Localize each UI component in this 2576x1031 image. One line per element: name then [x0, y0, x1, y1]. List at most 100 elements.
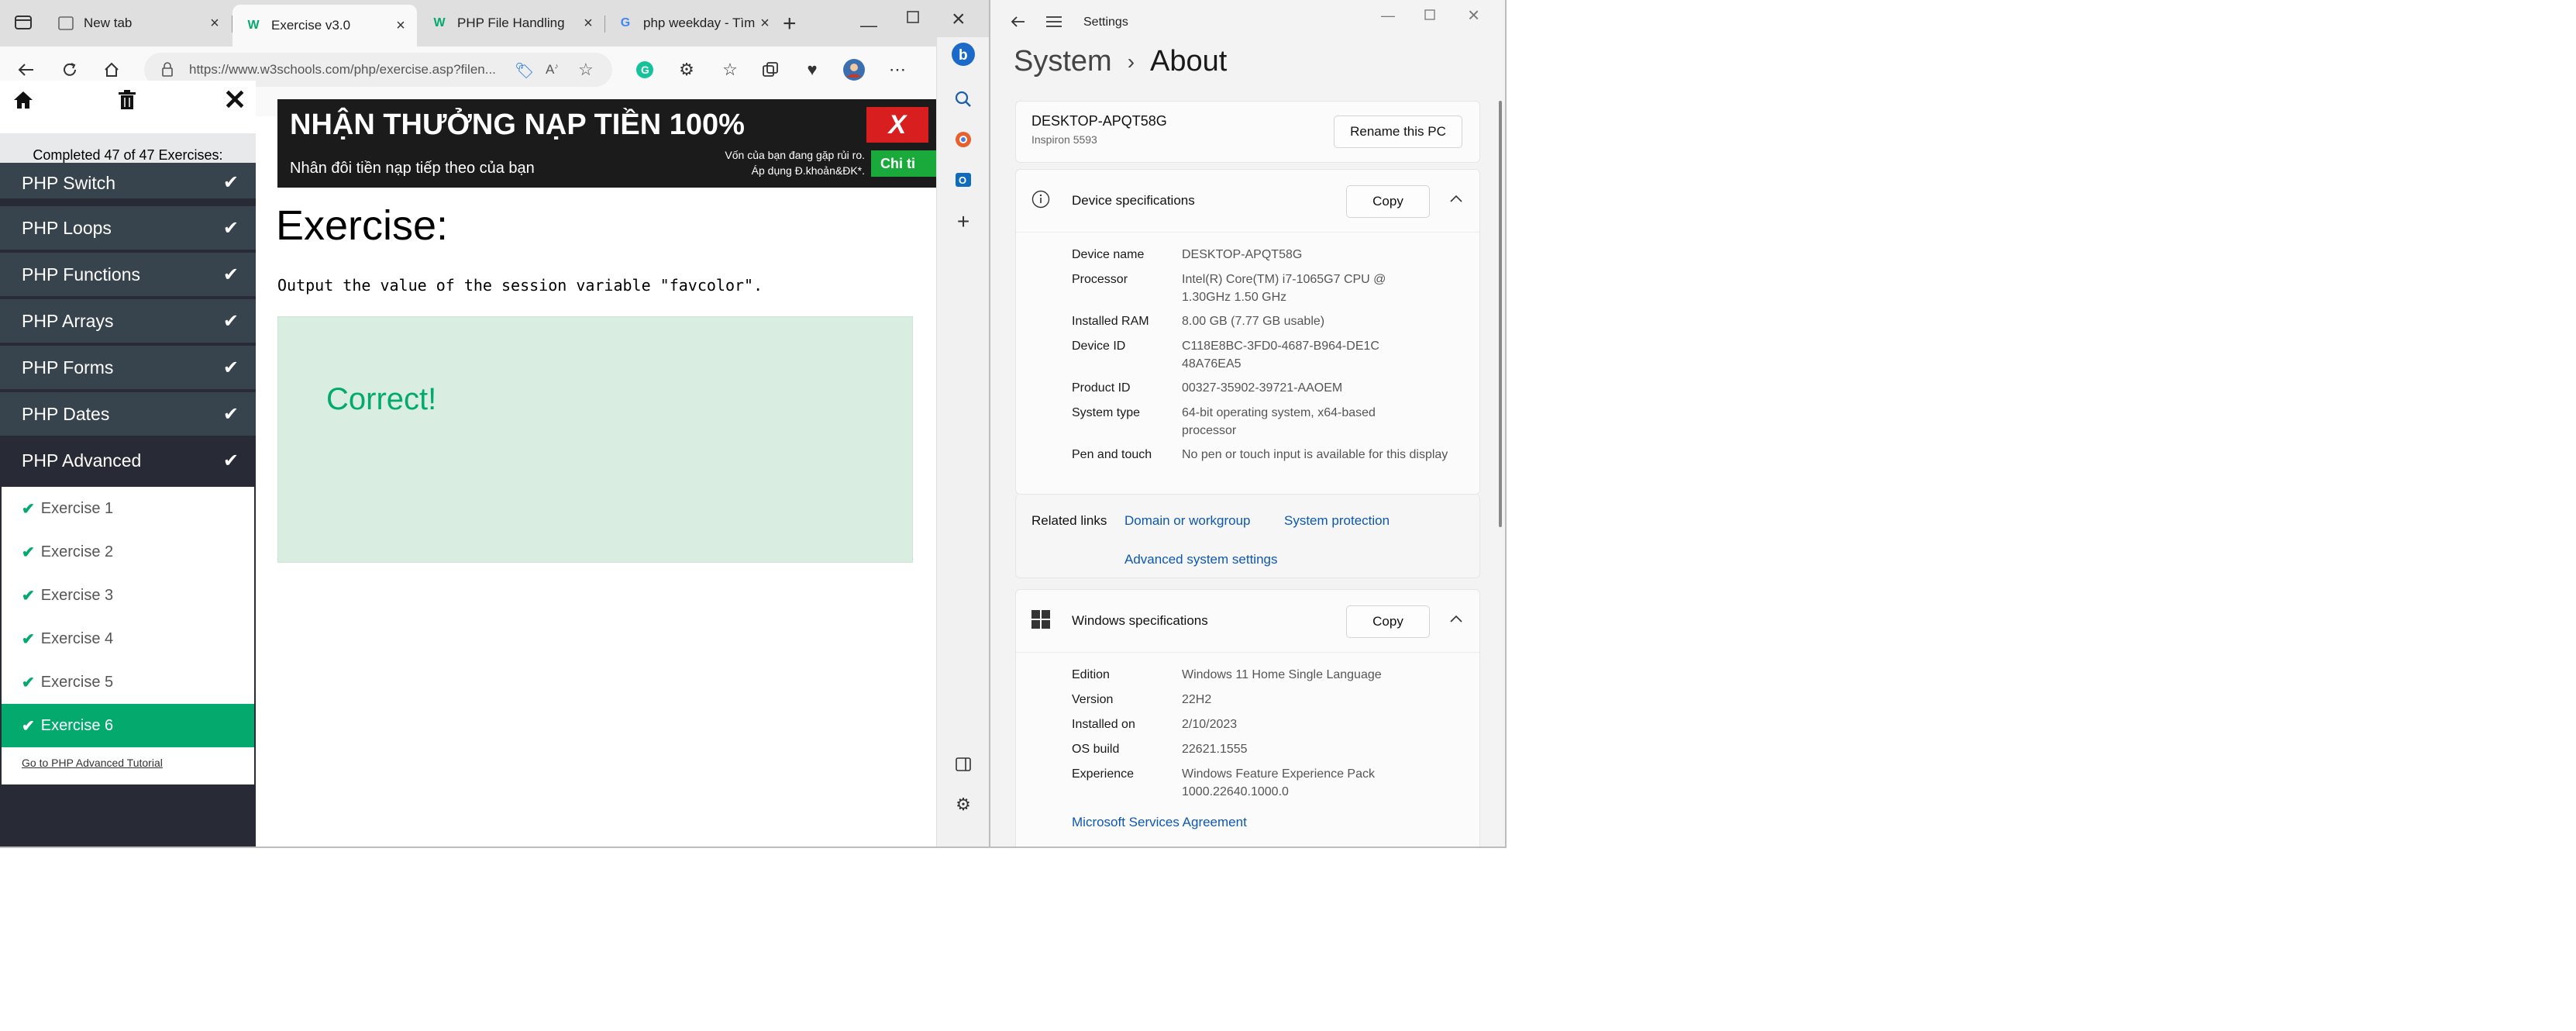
svg-text:b: b: [959, 47, 968, 64]
settings-gear-icon[interactable]: ⚙: [951, 792, 976, 817]
info-icon: [1031, 190, 1050, 209]
spec-value[interactable]: 2/10/2023: [1182, 715, 1445, 733]
spec-value[interactable]: DESKTOP-APQT58G: [1182, 246, 1445, 264]
close-window-icon[interactable]: ×: [952, 6, 966, 33]
home-icon[interactable]: [12, 90, 34, 110]
exercise-item[interactable]: ✔ Exercise 3: [2, 574, 254, 617]
check-icon: ✔: [222, 172, 239, 193]
chevron-up-icon[interactable]: [1450, 615, 1462, 622]
scrollbar[interactable]: [1499, 101, 1502, 527]
exercise-item[interactable]: ✔ Exercise 2: [2, 530, 254, 574]
maximize-icon[interactable]: [1424, 9, 1435, 20]
minimize-icon[interactable]: —: [860, 16, 877, 36]
home-icon[interactable]: [98, 56, 126, 84]
services-agreement-link[interactable]: Microsoft Services Agreement: [1072, 815, 1247, 830]
bing-chat-icon[interactable]: b: [951, 42, 976, 67]
profile-avatar[interactable]: [840, 56, 868, 84]
svg-text:G: G: [641, 64, 649, 76]
ad-banner[interactable]: NHẬN THƯỞNG NẠP TIỀN 100% Nhân đôi tiền …: [277, 99, 936, 188]
category-php-loops[interactable]: PHP Loops ✔: [0, 206, 256, 251]
exercise-item[interactable]: ✔ Exercise 4: [2, 617, 254, 660]
close-tab-icon[interactable]: ×: [205, 15, 225, 33]
ad-note-line: Áp dụng Đ.khoản&ĐK*.: [751, 164, 865, 177]
add-favorite-icon[interactable]: ☆: [578, 60, 594, 80]
tab-exercise[interactable]: W Exercise v3.0 ×: [232, 5, 417, 47]
spec-value[interactable]: 64-bit operating system, x64-based proce…: [1182, 404, 1422, 440]
maximize-icon[interactable]: [907, 11, 919, 23]
spec-value[interactable]: 22621.1555: [1182, 740, 1445, 758]
read-aloud-icon[interactable]: A♪: [546, 62, 558, 78]
exercise-item[interactable]: ✔ Exercise 5: [2, 660, 254, 704]
grammarly-icon[interactable]: G: [631, 56, 659, 84]
spec-value[interactable]: C118E8BC-3FD0-4687-B964-DE1C48A76EA5: [1182, 337, 1383, 373]
office-icon[interactable]: [951, 127, 976, 152]
edge-sidebar: b O + ⚙: [936, 37, 989, 847]
extensions-icon[interactable]: ⚙: [673, 56, 701, 84]
tab-new-tab[interactable]: New tab ×: [45, 6, 231, 40]
url-text[interactable]: https://www.w3schools.com/php/exercise.a…: [189, 62, 507, 78]
rename-pc-button[interactable]: Rename this PC: [1334, 116, 1462, 148]
close-tab-icon[interactable]: ×: [578, 15, 598, 33]
more-options-icon[interactable]: ⋯: [883, 56, 911, 84]
refresh-icon[interactable]: [56, 56, 84, 84]
domain-workgroup-link[interactable]: Domain or workgroup: [1124, 513, 1251, 529]
breadcrumb-parent[interactable]: System: [1014, 45, 1112, 78]
tab-actions-icon[interactable]: [14, 14, 33, 31]
tutorial-link[interactable]: Go to PHP Advanced Tutorial: [22, 757, 163, 769]
exercise-item-selected[interactable]: ✔ Exercise 6: [2, 704, 254, 747]
spec-key: Experience: [1072, 767, 1135, 781]
exercise-label: Exercise 1: [40, 499, 114, 517]
category-php-forms[interactable]: PHP Forms ✔: [0, 346, 256, 391]
close-tab-icon[interactable]: ×: [755, 15, 775, 33]
spec-value[interactable]: 22H2: [1182, 691, 1445, 709]
spec-key: Device ID: [1072, 340, 1126, 353]
chevron-up-icon[interactable]: [1450, 195, 1462, 202]
copy-button[interactable]: Copy: [1346, 185, 1430, 218]
hide-sidebar-icon[interactable]: [951, 752, 976, 777]
collections-icon[interactable]: [756, 56, 784, 84]
tab-google-search[interactable]: G php weekday - Tìm trê ×: [604, 6, 781, 40]
trash-icon[interactable]: [118, 90, 136, 110]
copy-button[interactable]: Copy: [1346, 605, 1430, 638]
browser-window: New tab × W Exercise v3.0 × W PHP File H…: [0, 0, 990, 848]
advanced-system-settings-link[interactable]: Advanced system settings: [1124, 552, 1277, 567]
spec-key: System type: [1072, 406, 1141, 419]
close-icon[interactable]: ✕: [223, 84, 246, 116]
exercise-item[interactable]: ✔ Exercise 1: [2, 487, 254, 530]
lock-icon[interactable]: [161, 62, 174, 78]
device-specs-card: Device specifications Copy Device name D…: [1015, 169, 1480, 495]
coupon-tag-icon[interactable]: 🏷: [515, 61, 534, 81]
exercise-label: Exercise 2: [40, 543, 114, 560]
check-icon: ✔: [222, 357, 239, 378]
result-text: Correct!: [326, 382, 437, 416]
browser-essentials-icon[interactable]: ♥: [798, 56, 826, 84]
spec-value[interactable]: Windows 11 Home Single Language: [1182, 666, 1445, 684]
back-icon[interactable]: [12, 56, 40, 84]
spec-value[interactable]: 00327-35902-39721-AAOEM: [1182, 379, 1445, 397]
check-icon: ✔: [222, 450, 239, 471]
category-php-arrays[interactable]: PHP Arrays ✔: [0, 299, 256, 344]
back-icon[interactable]: [1011, 16, 1026, 28]
add-icon[interactable]: +: [951, 209, 976, 234]
minimize-icon[interactable]: —: [1381, 8, 1395, 24]
spec-value[interactable]: Intel(R) Core(TM) i7-1065G7 CPU @ 1.30GH…: [1182, 271, 1414, 306]
close-window-icon[interactable]: ×: [1468, 3, 1479, 27]
favorites-icon[interactable]: ☆: [716, 56, 744, 84]
close-tab-icon[interactable]: ×: [391, 17, 411, 35]
outlook-icon[interactable]: O: [951, 167, 976, 192]
tab-title: New tab: [84, 16, 133, 30]
ad-cta-button[interactable]: Chi ti: [871, 150, 936, 177]
spec-value[interactable]: No pen or touch input is available for t…: [1182, 446, 1453, 464]
spec-value[interactable]: 8.00 GB (7.77 GB usable): [1182, 312, 1445, 330]
tab-php-file-handling[interactable]: W PHP File Handling ×: [418, 6, 604, 40]
new-tab-button[interactable]: +: [783, 11, 797, 37]
check-icon: ✔: [22, 630, 35, 648]
category-php-advanced[interactable]: PHP Advanced ✔: [0, 439, 256, 484]
menu-icon[interactable]: [1046, 16, 1062, 28]
search-icon[interactable]: [951, 87, 976, 112]
category-php-dates[interactable]: PHP Dates ✔: [0, 392, 256, 437]
system-protection-link[interactable]: System protection: [1284, 513, 1390, 529]
category-php-switch[interactable]: PHP Switch ✔: [0, 163, 256, 200]
category-php-functions[interactable]: PHP Functions ✔: [0, 253, 256, 298]
spec-value[interactable]: Windows Feature Experience Pack 1000.226…: [1182, 765, 1414, 801]
